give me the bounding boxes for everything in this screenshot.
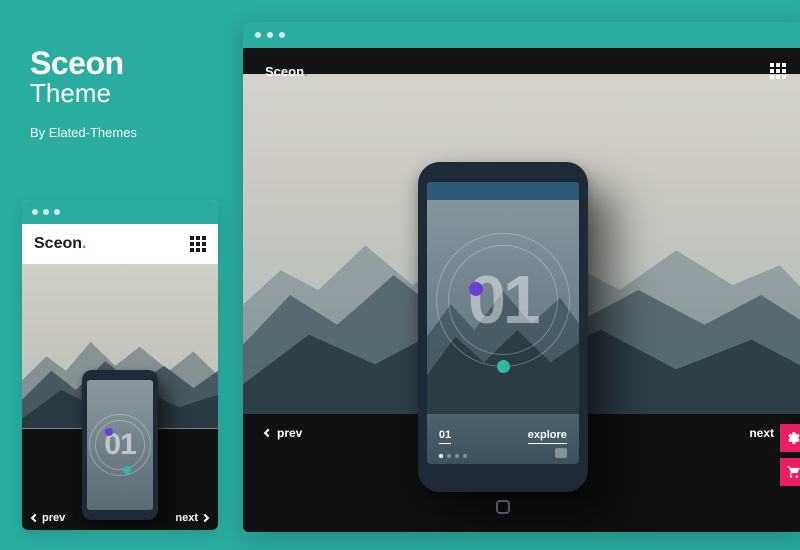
pager-dot-icon[interactable] [455,454,459,458]
window-dot-icon [32,209,38,215]
desktop-window-titlebar [243,22,800,48]
brand-logo-dot: . [304,64,308,79]
product-name: Sceon [30,45,137,82]
chevron-left-icon [31,514,39,522]
camera-icon[interactable] [555,448,567,458]
prev-label: prev [277,426,302,440]
grid-icon[interactable] [770,63,786,79]
teal-dot-icon [497,360,510,373]
home-button-icon [496,500,510,514]
phone-statusbar [427,182,579,200]
window-dot-icon [54,209,60,215]
promo-title-block: Sceon Theme By Elated-Themes [30,45,137,140]
mobile-site-header: Sceon. [22,224,218,264]
next-button[interactable]: next [175,512,208,524]
next-label: next [175,512,198,524]
cart-fab[interactable] [780,458,800,486]
desktop-site-header: Sceon. [243,56,800,86]
pager-dot-icon[interactable] [447,454,451,458]
product-subtitle: Theme [30,78,137,109]
slide-index-label: 01 [439,429,451,444]
mobile-window-titlebar [22,200,218,224]
purple-dot-icon [105,428,113,436]
pager-dot-icon[interactable] [439,454,443,458]
purple-dot-icon [469,282,483,296]
explore-link[interactable]: explore [528,429,567,444]
window-dot-icon [267,32,273,38]
cart-icon [787,465,800,479]
window-dot-icon [255,32,261,38]
mobile-hero: prev next 01 [22,264,218,530]
brand-logo-text: Sceon [34,235,82,252]
settings-fab[interactable] [780,424,800,452]
product-byline: By Elated-Themes [30,125,137,140]
gear-icon [787,431,800,445]
brand-logo[interactable]: Sceon. [265,64,308,79]
mobile-device-mockup: 01 [82,370,158,520]
brand-logo[interactable]: Sceon. [34,235,86,253]
prev-button[interactable]: prev [265,426,302,440]
chevron-right-icon [201,514,209,522]
brand-logo-dot: . [82,235,86,252]
desktop-preview-window: Sceon. prev next [243,22,800,532]
next-label: next [749,426,774,440]
teal-dot-icon [123,466,131,474]
mobile-preview-window: Sceon. prev next [22,200,218,530]
floating-buttons [780,424,800,486]
phone-bottom-row: 01 explore [439,429,567,444]
window-dot-icon [43,209,49,215]
window-dot-icon [279,32,285,38]
grid-icon[interactable] [190,236,206,252]
desktop-device-screen: 01 01 explore [427,182,579,464]
desktop-device-mockup: 01 01 explore [418,162,588,492]
mobile-device-screen: 01 [87,380,153,510]
chevron-left-icon [264,429,272,437]
slide-number: 01 [468,261,538,339]
phone-pager[interactable] [439,454,467,458]
prev-label: prev [42,512,65,524]
prev-button[interactable]: prev [32,512,65,524]
pager-dot-icon[interactable] [463,454,467,458]
decor-circle-icon [89,414,151,476]
brand-logo-text: Sceon [265,64,304,79]
